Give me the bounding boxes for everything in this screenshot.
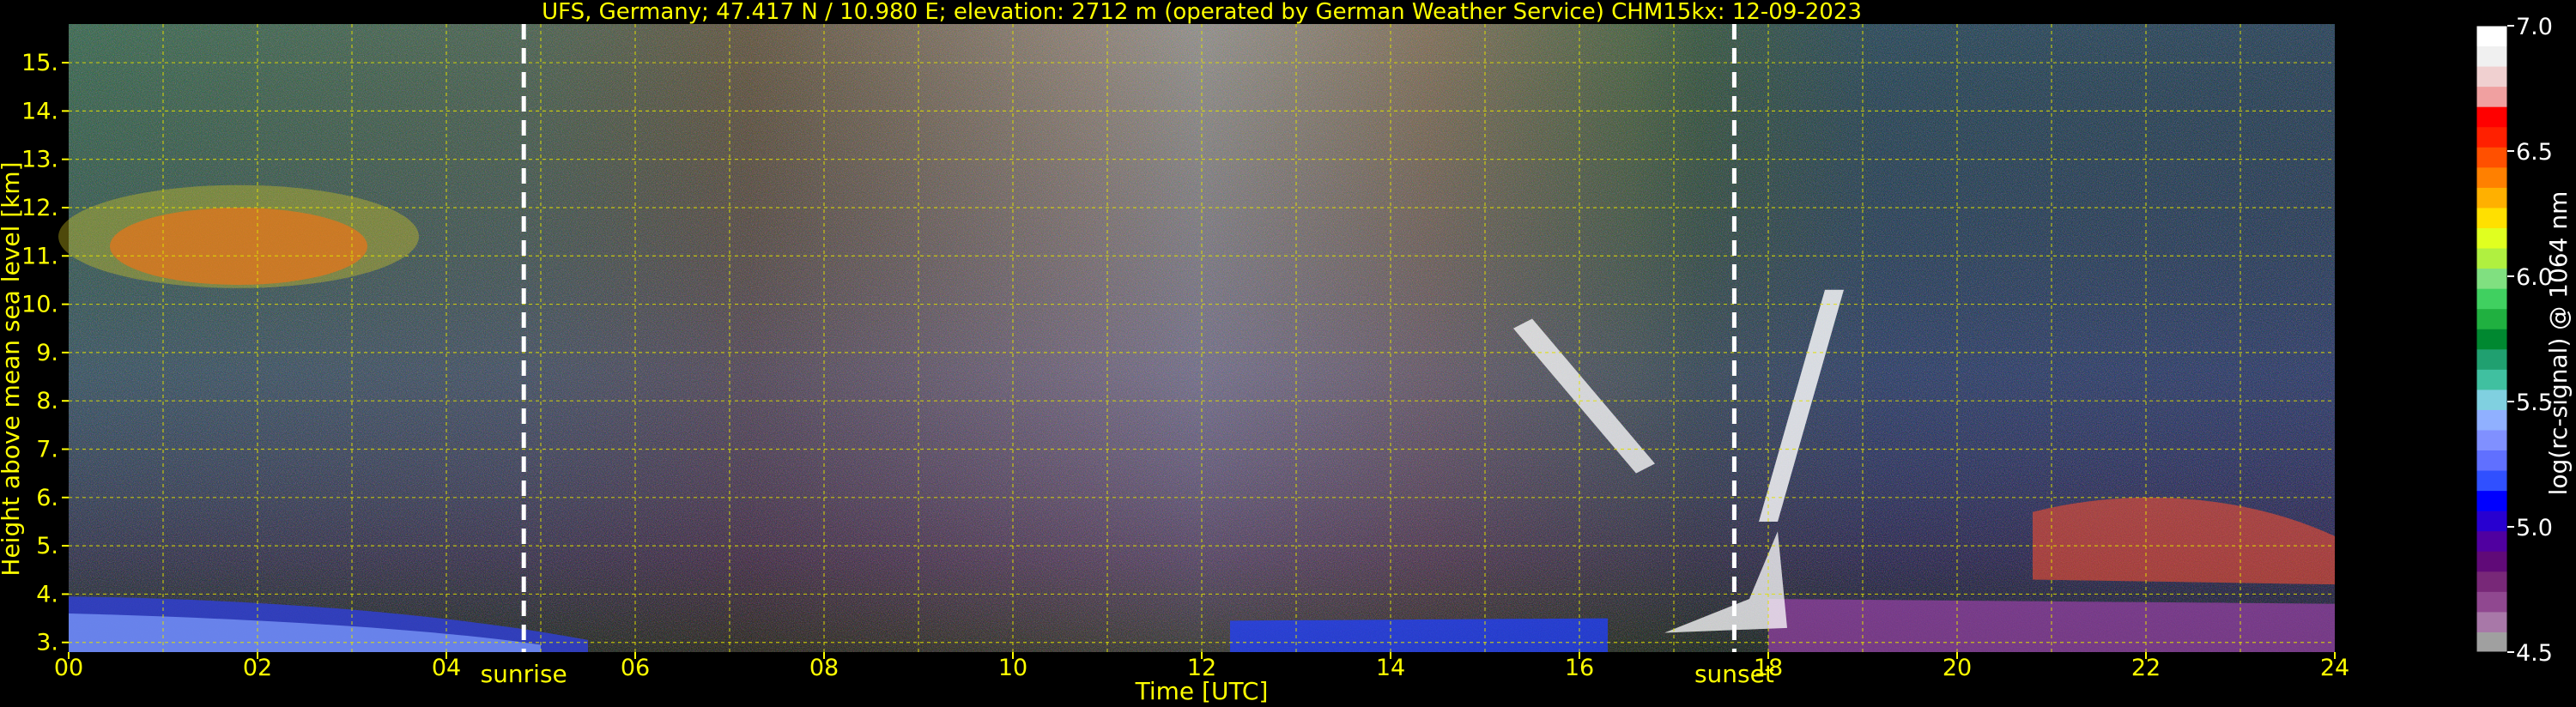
y-tick-label: 15. [21,50,58,76]
y-tick-label: 3. [36,630,58,656]
x-tick-label: 08 [809,655,839,681]
colorbar-segment [2476,86,2507,107]
colorbar: 4.55.05.56.06.57.0 [2476,14,2553,667]
y-tick-label: 6. [36,485,58,511]
colorbar-segment [2476,409,2507,431]
colorbar-segment [2476,551,2507,572]
colorbar-segment [2476,308,2507,329]
y-tick-label: 8. [36,388,58,414]
colorbar-segment [2476,329,2507,350]
colorbar-segment [2476,227,2507,249]
x-tick-label: 10 [998,655,1027,681]
y-tick-label: 13. [21,147,58,173]
colorbar-segment [2476,106,2507,128]
y-tick-label: 9. [36,340,58,366]
plot-area [58,24,2335,652]
y-tick-labels: 3. 4. 5. 6. 7. 8. 9. 10. 11. 12. 13. 14. 15. [21,50,69,656]
colorbar-tick-label: 7.0 [2516,14,2553,40]
colorbar-segment [2476,429,2507,451]
x-tick-label: 14 [1376,655,1405,681]
colorbar-segment [2476,511,2507,532]
colorbar-segment [2476,147,2507,168]
y-tick-label: 4. [36,581,58,607]
colorbar-segment [2476,207,2507,228]
y-tick-label: 11. [21,243,58,269]
colorbar-segment [2476,369,2507,390]
x-axis-label: Time [UTC] [1135,677,1269,705]
x-tick-label: 22 [2131,655,2161,681]
x-tick-label: 18 [1754,655,1783,681]
colorbar-segment [2476,571,2507,592]
x-tick-label: 20 [1943,655,1972,681]
colorbar-segment [2476,450,2507,471]
chart-title: UFS, Germany; 47.417 N / 10.980 E; eleva… [542,0,1862,25]
colorbar-segment [2476,45,2507,67]
colorbar-segment [2476,288,2507,310]
colorbar-segment [2476,490,2507,511]
x-tick-label: 02 [243,655,272,681]
x-tick-label: 24 [2320,655,2349,681]
colorbar-label: log(rc-signal) @ 1064 nm [2544,191,2573,496]
cirrus-cloud-halo [58,184,419,288]
x-tick-label: 00 [54,655,83,681]
y-tick-label: 12. [21,195,58,221]
ceilometer-chart: sunrise sunset 3.4.5.6.7.8.9.10.11.12.13.… [0,0,2573,705]
colorbar-segment [2476,166,2507,188]
x-tick-label: 04 [432,655,461,681]
y-tick-label: 5. [36,533,58,559]
sunrise-label: sunrise [481,660,567,688]
signal-noise [69,24,2335,652]
y-tick-label: 14. [21,98,58,124]
y-tick-label: 7. [36,437,58,463]
colorbar-segment [2476,389,2507,410]
colorbar-tick-label: 4.5 [2516,640,2553,667]
colorbar-segment [2476,187,2507,208]
y-tick-label: 10. [21,292,58,318]
colorbar-segment [2476,631,2507,653]
colorbar-segment [2476,591,2507,613]
colorbar-segment [2476,268,2507,289]
colorbar-tick-label: 5.0 [2516,515,2553,541]
boundary-layer-afternoon [1230,618,1608,652]
colorbar-segment [2476,126,2507,148]
x-tick-label: 06 [621,655,650,681]
colorbar-segment [2476,348,2507,370]
colorbar-segment [2476,611,2507,632]
y-axis-label: Height above mean sea level [km] [0,161,25,576]
x-tick-label: 16 [1565,655,1594,681]
colorbar-segment [2476,530,2507,552]
colorbar-segment [2476,248,2507,269]
colorbar-segment [2476,26,2507,47]
colorbar-segment [2476,66,2507,88]
colorbar-segment [2476,470,2507,492]
colorbar-tick-label: 6.5 [2516,139,2553,166]
